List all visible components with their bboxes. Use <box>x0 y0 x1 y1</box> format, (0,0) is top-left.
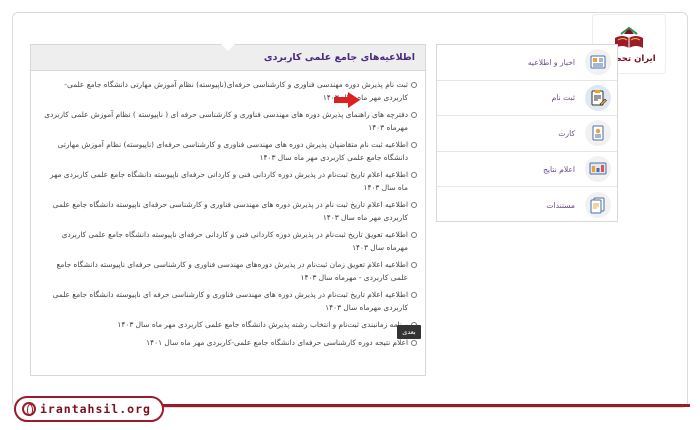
announcement-text[interactable]: اطلاعیه اعلام تاریخ ثبت نام در پذیرش دور… <box>39 199 408 224</box>
radio-icon[interactable] <box>411 292 417 298</box>
globe-icon <box>22 402 36 416</box>
announcement-text[interactable]: اطلاعیه اعلام تاریخ ثبت‌نام در پذیرش دور… <box>39 289 408 314</box>
watermark: irantahsil.org <box>14 396 164 422</box>
sidebar-item-label: مستندات <box>546 200 575 210</box>
results-icon <box>585 156 611 183</box>
clipboard-edit-icon <box>585 84 611 111</box>
radio-icon[interactable] <box>411 232 417 238</box>
announcement-text[interactable]: اطلاعیه ثبت نام متقاضیان پذیرش دوره های … <box>39 139 408 164</box>
announcement-item[interactable]: اعلام نتیجه دوره کارشناسی حرفه‌ای دانشگا… <box>39 337 417 350</box>
sidebar-item-label: اعلام نتایج <box>542 164 575 174</box>
watermark-text: irantahsil.org <box>40 402 151 416</box>
sidebar-item-register[interactable]: ثبت نام <box>437 81 617 117</box>
sidebar: اخبار و اطلاعیه ثبت نام کارت اعلام نتایج… <box>436 44 618 222</box>
news-icon <box>585 49 611 76</box>
announcement-item[interactable]: اطلاعیه اعلام تاریخ ثبت‌نام در پذیرش دور… <box>39 169 417 194</box>
radio-icon[interactable] <box>411 202 417 208</box>
announcement-item[interactable]: اطلاعیه ثبت نام متقاضیان پذیرش دوره های … <box>39 139 417 164</box>
arrow-right-icon <box>334 92 360 108</box>
announcement-item[interactable]: برنامه زمانبندی ثبت‌نام و انتخاب رشته پذ… <box>39 319 417 332</box>
header-notch <box>221 44 235 51</box>
announcement-text[interactable]: اعلام نتیجه دوره کارشناسی حرفه‌ای دانشگا… <box>146 337 408 350</box>
sidebar-item-label: ثبت نام <box>551 93 575 103</box>
radio-icon[interactable] <box>411 339 417 346</box>
sidebar-item-label: کارت <box>558 128 575 138</box>
next-page-button[interactable]: بعدی <box>397 325 421 339</box>
announcement-text[interactable]: اطلاعیه تعویق تاریخ ثبت‌نام در پذیرش دور… <box>39 229 408 254</box>
announcements-panel: اطلاعیه‌های جامع علمی کاربردی ثبت نام پذ… <box>30 44 426 376</box>
panel-title: اطلاعیه‌های جامع علمی کاربردی <box>263 52 415 63</box>
radio-icon[interactable] <box>411 262 417 268</box>
radio-icon[interactable] <box>411 112 417 118</box>
announcement-item[interactable]: اطلاعیه اعلام تاریخ ثبت نام در پذیرش دور… <box>39 199 417 224</box>
sidebar-item-label: اخبار و اطلاعیه <box>527 57 575 67</box>
panel-header: اطلاعیه‌های جامع علمی کاربردی <box>31 44 425 71</box>
announcement-item[interactable]: اطلاعیه اعلام تاریخ ثبت‌نام در پذیرش دور… <box>39 289 417 314</box>
radio-icon[interactable] <box>411 82 417 88</box>
sidebar-item-news[interactable]: اخبار و اطلاعیه <box>437 45 617 81</box>
documents-icon <box>585 192 611 219</box>
brand-divider <box>150 404 690 407</box>
sidebar-item-results[interactable]: اعلام نتایج <box>437 152 617 188</box>
announcement-list: ثبت نام پذیرش دوره مهندسی فناوری و کارشن… <box>31 71 425 349</box>
announcement-item[interactable]: اطلاعیه تعویق تاریخ ثبت‌نام در پذیرش دور… <box>39 229 417 254</box>
announcement-text[interactable]: اطلاعیه اعلام تاریخ ثبت‌نام در پذیرش دور… <box>39 169 408 194</box>
announcement-item[interactable]: اطلاعیه اعلام تعویق زمان ثبت‌نام در پذیر… <box>39 259 417 284</box>
radio-icon[interactable] <box>411 172 417 178</box>
announcement-text[interactable]: اطلاعیه اعلام تعویق زمان ثبت‌نام در پذیر… <box>39 259 408 284</box>
sidebar-item-card[interactable]: کارت <box>437 116 617 152</box>
announcement-text[interactable]: برنامه زمانبندی ثبت‌نام و انتخاب رشته پذ… <box>117 319 408 332</box>
announcement-item[interactable]: دفترچه های راهنمای پذیرش دوره های مهندسی… <box>39 109 417 134</box>
announcement-item[interactable]: ثبت نام پذیرش دوره مهندسی فناوری و کارشن… <box>39 79 417 104</box>
sidebar-item-documents[interactable]: مستندات <box>437 187 617 223</box>
id-card-icon <box>585 120 611 147</box>
radio-icon[interactable] <box>411 142 417 148</box>
announcement-text[interactable]: دفترچه های راهنمای پذیرش دوره های مهندسی… <box>39 109 408 134</box>
